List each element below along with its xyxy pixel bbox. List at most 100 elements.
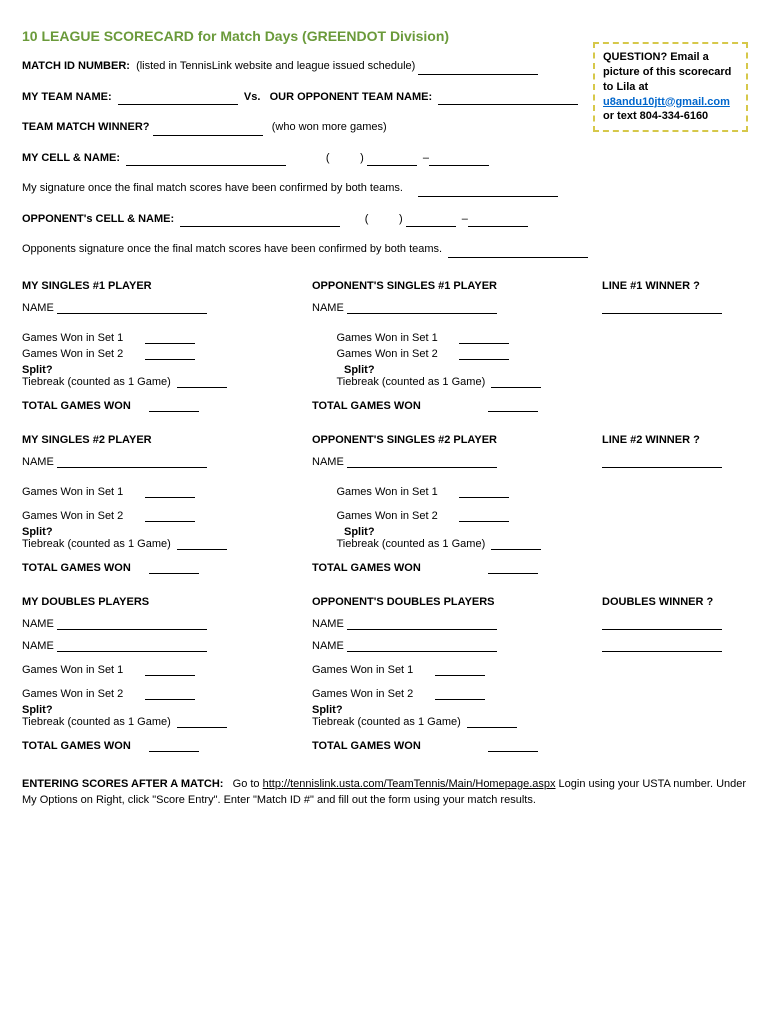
match-id-hint: (listed in TennisLink website and league…	[136, 60, 415, 72]
vs-label: Vs.	[244, 91, 261, 103]
s2-winner-blank[interactable]	[602, 456, 722, 468]
s1-my-total-blank[interactable]	[149, 400, 199, 412]
tiebreak-label: Tiebreak (counted as 1 Game)	[336, 376, 485, 388]
match-id-blank[interactable]	[418, 63, 538, 75]
set2-label: Games Won in Set 2	[22, 688, 123, 700]
opp-team-blank[interactable]	[438, 93, 578, 105]
split-label: Split?	[22, 526, 312, 538]
opp-sig-text: Opponents signature once the final match…	[22, 243, 442, 255]
qbox-text1: QUESTION? Email a picture of this scorec…	[603, 51, 731, 93]
set1-label: Games Won in Set 1	[22, 486, 123, 498]
s2-opp-set1-blank[interactable]	[459, 486, 509, 498]
s2-opp-total-blank[interactable]	[488, 562, 538, 574]
total-label: TOTAL GAMES WON	[312, 400, 421, 412]
name-label: NAME	[22, 456, 54, 468]
singles-2-section: MY SINGLES #2 PLAYER NAME Games Won in S…	[22, 434, 748, 574]
opp-phone-blank2[interactable]	[468, 215, 528, 227]
s2-opp-tb-blank[interactable]	[491, 538, 541, 550]
entering-text1: Go to	[233, 778, 263, 790]
s1-opp-set1-blank[interactable]	[459, 332, 509, 344]
d-my-set2-blank[interactable]	[145, 688, 195, 700]
split-label: Split?	[312, 526, 602, 538]
tiebreak-label: Tiebreak (counted as 1 Game)	[22, 376, 171, 388]
d-my-name2-blank[interactable]	[57, 640, 207, 652]
my-cell-name-blank[interactable]	[126, 154, 286, 166]
winner-label: TEAM MATCH WINNER?	[22, 121, 150, 133]
split-label: Split?	[22, 364, 312, 376]
s1-winner-header: LINE #1 WINNER ?	[602, 280, 742, 292]
opp-cell-name-blank[interactable]	[180, 215, 340, 227]
d-my-name1-blank[interactable]	[57, 618, 207, 630]
s1-opp-name-blank[interactable]	[347, 302, 497, 314]
set1-label: Games Won in Set 1	[22, 664, 123, 676]
my-team-blank[interactable]	[118, 93, 238, 105]
set2-label: Games Won in Set 2	[336, 348, 437, 360]
s1-my-set1-blank[interactable]	[145, 332, 195, 344]
qbox-email-link[interactable]: u8andu10jtt@gmail.com	[603, 96, 730, 108]
name-label: NAME	[312, 640, 344, 652]
s1-opp-total-blank[interactable]	[488, 400, 538, 412]
d-my-set1-blank[interactable]	[145, 664, 195, 676]
split-label: Split?	[22, 704, 312, 716]
d-winner-blank2[interactable]	[602, 640, 722, 652]
tiebreak-label: Tiebreak (counted as 1 Game)	[336, 538, 485, 550]
d-my-total-blank[interactable]	[149, 740, 199, 752]
my-cell-label: MY CELL & NAME:	[22, 152, 120, 164]
d-winner-blank1[interactable]	[602, 618, 722, 630]
d-my-header: MY DOUBLES PLAYERS	[22, 596, 312, 608]
d-winner-header: DOUBLES WINNER ?	[602, 596, 742, 608]
s2-my-total-blank[interactable]	[149, 562, 199, 574]
tiebreak-label: Tiebreak (counted as 1 Game)	[22, 716, 171, 728]
s2-winner-header: LINE #2 WINNER ?	[602, 434, 742, 446]
d-opp-header: OPPONENT'S DOUBLES PLAYERS	[312, 596, 602, 608]
set2-label: Games Won in Set 2	[312, 688, 413, 700]
s2-my-set2-blank[interactable]	[145, 510, 195, 522]
s1-my-name-blank[interactable]	[57, 302, 207, 314]
s1-opp-set2-blank[interactable]	[459, 348, 509, 360]
s1-my-tb-blank[interactable]	[177, 376, 227, 388]
s1-my-set2-blank[interactable]	[145, 348, 195, 360]
set1-label: Games Won in Set 1	[336, 332, 437, 344]
my-sig-text: My signature once the final match scores…	[22, 182, 403, 194]
name-label: NAME	[312, 618, 344, 630]
my-sig-row: My signature once the final match scores…	[22, 180, 748, 197]
total-label: TOTAL GAMES WON	[312, 740, 421, 752]
d-opp-set1-blank[interactable]	[435, 664, 485, 676]
entering-link[interactable]: http://tennislink.usta.com/TeamTennis/Ma…	[263, 778, 556, 790]
entering-scores-section: ENTERING SCORES AFTER A MATCH: Go to htt…	[22, 776, 748, 809]
split-label: Split?	[312, 364, 602, 376]
my-phone-blank1[interactable]	[367, 154, 417, 166]
s2-opp-name-blank[interactable]	[347, 456, 497, 468]
s2-my-name-blank[interactable]	[57, 456, 207, 468]
set1-label: Games Won in Set 1	[312, 664, 413, 676]
d-opp-total-blank[interactable]	[488, 740, 538, 752]
match-id-label: MATCH ID NUMBER:	[22, 60, 130, 72]
d-opp-set2-blank[interactable]	[435, 688, 485, 700]
total-label: TOTAL GAMES WON	[22, 740, 131, 752]
winner-blank[interactable]	[153, 124, 263, 136]
opp-phone-blank1[interactable]	[406, 215, 456, 227]
d-my-tb-blank[interactable]	[177, 716, 227, 728]
s2-opp-set2-blank[interactable]	[459, 510, 509, 522]
my-phone-blank2[interactable]	[429, 154, 489, 166]
entering-label: ENTERING SCORES AFTER A MATCH:	[22, 778, 223, 790]
my-team-label: MY TEAM NAME:	[22, 91, 112, 103]
question-box: QUESTION? Email a picture of this scorec…	[593, 42, 748, 132]
name-label: NAME	[22, 302, 54, 314]
s1-opp-tb-blank[interactable]	[491, 376, 541, 388]
tiebreak-label: Tiebreak (counted as 1 Game)	[312, 716, 461, 728]
d-opp-name2-blank[interactable]	[347, 640, 497, 652]
winner-hint: (who won more games)	[272, 121, 387, 133]
s2-my-set1-blank[interactable]	[145, 486, 195, 498]
my-sig-blank[interactable]	[418, 185, 558, 197]
qbox-text2: or text 804-334-6160	[603, 110, 708, 122]
s1-winner-blank[interactable]	[602, 302, 722, 314]
d-opp-name1-blank[interactable]	[347, 618, 497, 630]
d-opp-tb-blank[interactable]	[467, 716, 517, 728]
doubles-section: MY DOUBLES PLAYERS NAME NAME Games Won i…	[22, 596, 748, 752]
opp-sig-blank[interactable]	[448, 246, 588, 258]
s1-my-header: MY SINGLES #1 PLAYER	[22, 280, 312, 292]
s2-my-tb-blank[interactable]	[177, 538, 227, 550]
singles-1-section: MY SINGLES #1 PLAYER NAME Games Won in S…	[22, 280, 748, 412]
s2-opp-header: OPPONENT'S SINGLES #2 PLAYER	[312, 434, 602, 446]
